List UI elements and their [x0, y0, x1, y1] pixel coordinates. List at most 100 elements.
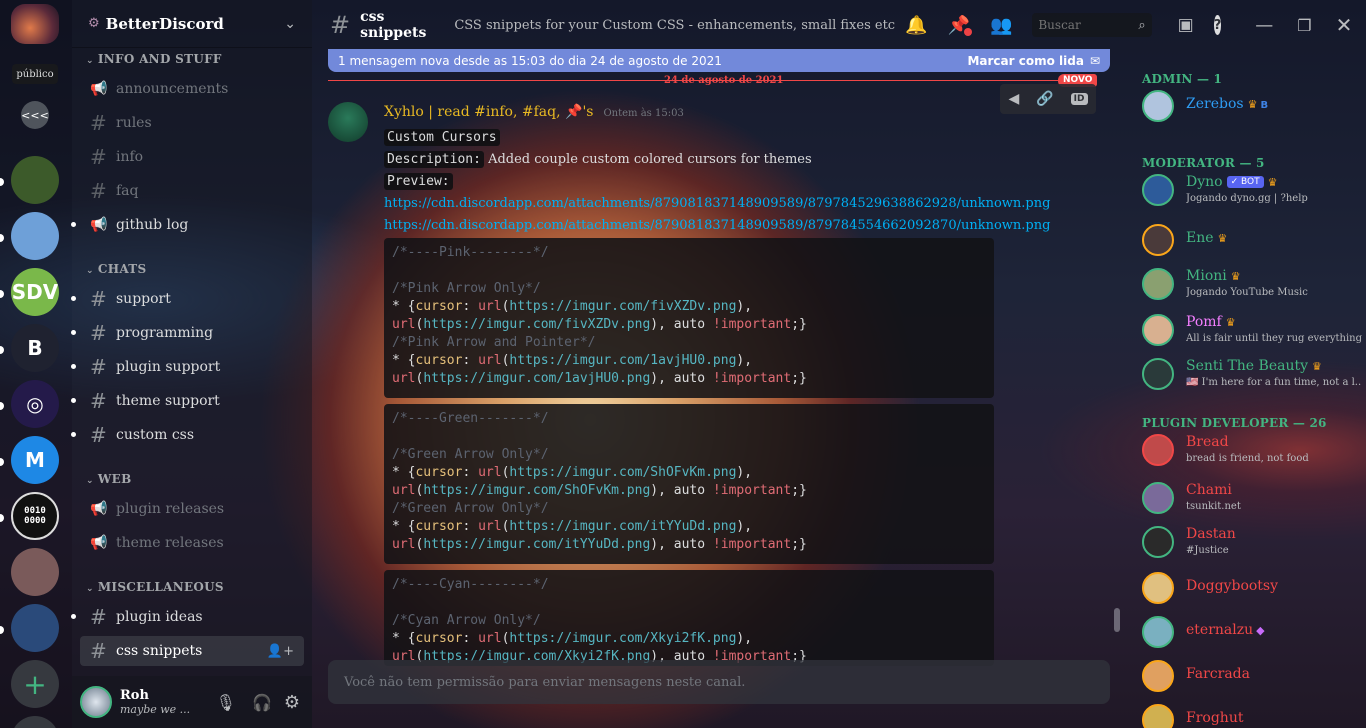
megaphone-icon: 📢 — [90, 217, 108, 233]
member-name-row: Farcrada — [1186, 666, 1250, 682]
server-bird[interactable] — [11, 212, 59, 260]
channel-github-log[interactable]: 📢 github log — [71, 210, 304, 240]
avatar — [1142, 526, 1174, 558]
pin-icon[interactable]: 📌 — [948, 15, 972, 36]
members-icon[interactable]: 👥 — [990, 15, 1012, 36]
member-farcrada[interactable]: Farcrada — [1142, 656, 1362, 696]
search-box[interactable]: ⌕ — [1032, 13, 1152, 37]
member-name-row: Ene ♛ — [1186, 230, 1227, 246]
server-spiral[interactable]: ◎ — [11, 380, 59, 428]
channel-custom-css[interactable]: # custom css — [71, 420, 304, 450]
member-name-row: Mioni ♛ — [1186, 268, 1241, 284]
add-server-button[interactable]: + — [11, 660, 59, 708]
close-icon[interactable]: ✕ — [1336, 13, 1353, 37]
attachment-link[interactable]: https://cdn.discordapp.com/attachments/8… — [384, 196, 1050, 211]
channel-label: rules — [116, 115, 152, 131]
category-info-and-stuff[interactable]: ⌄ INFO AND STUFF — [86, 52, 222, 66]
member-zerebos[interactable]: Zerebos ♛ B — [1142, 86, 1362, 126]
minimize-icon[interactable]: — — [1255, 15, 1273, 36]
server-daisy[interactable] — [11, 156, 59, 204]
member-chami[interactable]: Chami tsunkit.net — [1142, 478, 1362, 518]
channel-info[interactable]: # info — [80, 142, 304, 172]
category-chats[interactable]: ⌄ CHATS — [86, 262, 146, 276]
channel-programming[interactable]: # programming — [71, 318, 304, 348]
gear-icon[interactable]: ⚙ — [284, 692, 300, 713]
code-line: /*Cyan Arrow Only*/ — [392, 612, 986, 630]
new-messages-bar[interactable]: 1 mensagem nova desde as 15:03 do dia 24… — [328, 49, 1110, 72]
channel-label: programming — [116, 325, 214, 341]
code-token: url — [478, 353, 502, 368]
microphone-icon[interactable]: 🎙 — [216, 693, 236, 712]
maximize-icon[interactable]: ❐ — [1297, 16, 1311, 35]
member-doggybootsy[interactable]: Doggybootsy — [1142, 568, 1362, 608]
channel-plugin-releases[interactable]: 📢 plugin releases — [80, 494, 304, 524]
scrollbar[interactable] — [1114, 608, 1120, 632]
server-binary[interactable]: 0010 0000 — [11, 492, 59, 540]
channel-theme-support[interactable]: # theme support — [71, 386, 304, 416]
hash-icon: # — [90, 321, 107, 345]
member-name-row: Pomf ♛ — [1186, 314, 1236, 330]
server-m[interactable]: M — [11, 436, 59, 484]
channel-topic[interactable]: CSS snippets for your Custom CSS - enhan… — [454, 18, 895, 33]
member-name: Pomf — [1186, 314, 1222, 330]
avatar[interactable] — [80, 686, 112, 718]
code-line: url(https://imgur.com/itYYuDd.png), auto… — [392, 536, 986, 554]
channel-css-snippets[interactable]: # css snippets 👤+ — [80, 636, 304, 666]
member-froghut[interactable]: Froghut — [1142, 700, 1362, 728]
code-token: https://imgur.com/ShOFvKm.png — [509, 465, 737, 480]
server-discover[interactable] — [11, 716, 59, 728]
server-bd[interactable]: B — [11, 324, 59, 372]
code-token: : — [462, 299, 479, 314]
server-home[interactable] — [11, 4, 59, 44]
role-header: MODERATOR — 5 — [1142, 156, 1265, 170]
channel-announcements[interactable]: 📢 announcements — [80, 74, 304, 104]
server-anime[interactable] — [11, 548, 59, 596]
author-name[interactable]: Xyhlo | read #info, #faq, 📌's — [384, 104, 593, 120]
code-line: * {cursor: url(https://imgur.com/fivXZDv… — [392, 298, 986, 316]
channel-faq[interactable]: # faq — [80, 176, 304, 206]
search-icon: ⌕ — [1138, 17, 1146, 33]
server-blue[interactable] — [11, 604, 59, 652]
unread-dot — [71, 330, 76, 335]
member-dyno[interactable]: Dyno ✓ BOT ♛ Jogando dyno.gg | ?help — [1142, 170, 1362, 210]
collapse-button[interactable]: <<< — [21, 101, 49, 129]
member-dastan[interactable]: Dastan #Justice — [1142, 522, 1362, 562]
mark-as-read-button[interactable]: Marcar como lida — [967, 54, 1083, 68]
inbox-icon[interactable]: ▣ — [1178, 15, 1194, 35]
headphones-icon[interactable]: 🎧 — [252, 693, 272, 712]
channel-theme-releases[interactable]: 📢 theme releases — [80, 528, 304, 558]
member-status: bread is friend, not food — [1186, 453, 1309, 464]
attachment-link[interactable]: https://cdn.discordapp.com/attachments/8… — [384, 218, 1050, 233]
channel-rules[interactable]: # rules — [80, 108, 304, 138]
message-timestamp: Ontem às 15:03 — [603, 108, 684, 119]
member-mioni[interactable]: Mioni ♛ Jogando YouTube Music — [1142, 264, 1362, 304]
member-eternalzu[interactable]: eternalzu ◆ — [1142, 612, 1362, 652]
channel-plugin-support[interactable]: # plugin support — [71, 352, 304, 382]
server-header[interactable]: ⚙ BetterDiscord ⌄ — [72, 0, 312, 48]
unread-pill — [0, 402, 4, 410]
server-badge-icon: ⚙ — [88, 16, 100, 31]
code-comment: /*----Cyan--------*/ — [392, 577, 549, 592]
code-line: /*Green Arrow Only*/ — [392, 446, 986, 464]
search-input[interactable] — [1038, 18, 1139, 32]
member-name: Doggybootsy — [1186, 578, 1279, 594]
add-member-icon[interactable]: 👤+ — [267, 644, 294, 659]
category-miscellaneous[interactable]: ⌄ MISCELLANEOUS — [86, 580, 224, 594]
server-sdv[interactable]: SDV — [11, 268, 59, 316]
code-line: * {cursor: url(https://imgur.com/Xkyi2fK… — [392, 630, 986, 648]
member-bread[interactable]: Bread bread is friend, not food — [1142, 430, 1362, 470]
channel-support[interactable]: # support — [71, 284, 304, 314]
member-ene[interactable]: Ene ♛ — [1142, 220, 1362, 260]
member-pomf[interactable]: Pomf ♛ All is fair until they rug everythi… — [1142, 310, 1362, 350]
help-icon[interactable]: ? — [1213, 15, 1222, 35]
channel-label: theme releases — [116, 535, 224, 551]
bell-icon[interactable]: 🔔 — [905, 15, 927, 36]
member-name: Senti The Beauty — [1186, 358, 1309, 374]
avatar — [1142, 174, 1174, 206]
member-senti-the-beauty[interactable]: Senti The Beauty ♛ 🇺🇸 I'm here for a fun t… — [1142, 354, 1362, 394]
author-avatar[interactable] — [328, 102, 368, 142]
channel-plugin-ideas[interactable]: # plugin ideas — [71, 602, 304, 632]
category-web[interactable]: ⌄ WEB — [86, 472, 132, 486]
code-token: cursor — [415, 465, 463, 480]
